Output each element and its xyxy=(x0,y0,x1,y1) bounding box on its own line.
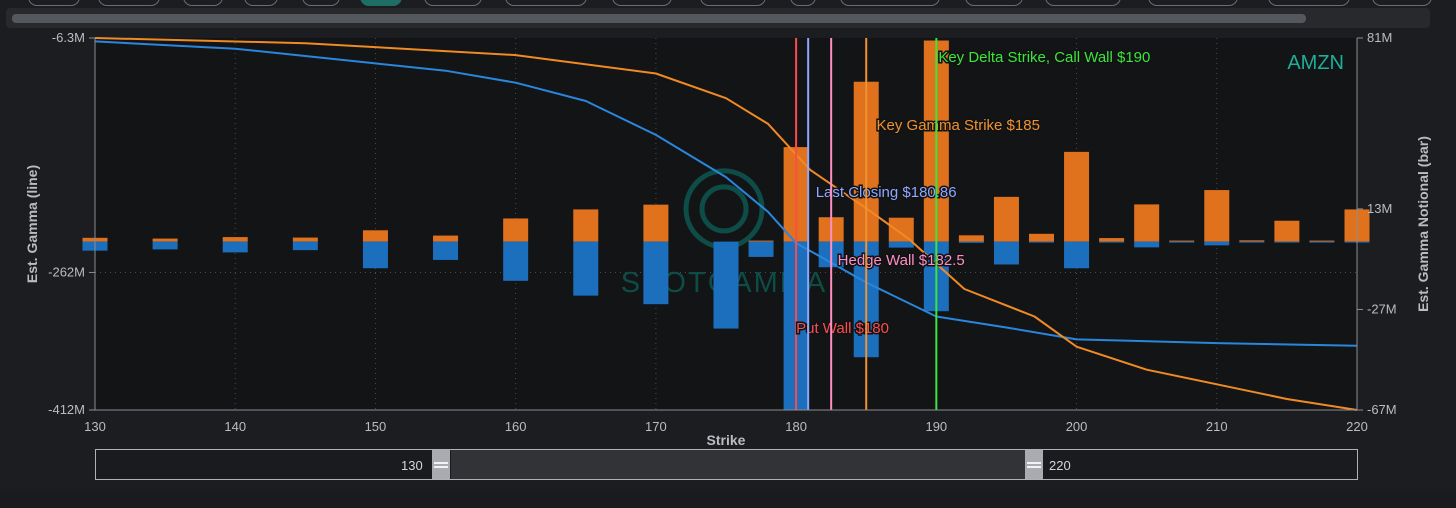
put-bar xyxy=(1239,241,1265,243)
put-bar xyxy=(362,241,388,269)
put-bar xyxy=(503,241,529,281)
x-tick-label: 160 xyxy=(505,419,527,434)
y-right-tick-label: 81M xyxy=(1367,30,1392,45)
call-bar xyxy=(1029,233,1054,242)
call-bar xyxy=(643,204,669,242)
put-bar xyxy=(713,241,739,329)
level-label: Hedge Wall $182.5 xyxy=(838,252,965,269)
navigator-selected-range[interactable] xyxy=(451,450,1025,479)
put-bar xyxy=(958,241,984,243)
put-bar xyxy=(748,241,774,257)
call-bar xyxy=(1099,238,1125,242)
put-bar xyxy=(292,241,318,251)
x-tick-label: 130 xyxy=(84,419,106,434)
put-bar xyxy=(993,241,1019,265)
x-tick-label: 190 xyxy=(925,419,947,434)
navigator-right-handle[interactable] xyxy=(1025,450,1043,479)
put-bar xyxy=(1309,241,1335,243)
y-left-axis-title: Est. Gamma (line) xyxy=(24,165,40,283)
put-bar xyxy=(1064,241,1090,269)
call-bar xyxy=(993,196,1019,242)
call-bar xyxy=(503,218,529,242)
navigator-min-label: 130 xyxy=(401,458,423,473)
level-label: Key Delta Strike, Call Wall $190 xyxy=(938,49,1150,66)
call-bar xyxy=(362,230,388,242)
ticker-label: AMZN xyxy=(1287,52,1344,74)
y-right-axis-title: Est. Gamma Notional (bar) xyxy=(1415,136,1431,312)
range-navigator[interactable]: 130 220 xyxy=(95,449,1358,480)
call-bar xyxy=(292,237,318,242)
put-bar xyxy=(152,241,178,250)
x-tick-label: 150 xyxy=(365,419,387,434)
y-right-tick-label: -27M xyxy=(1367,301,1397,316)
put-bar xyxy=(573,241,599,296)
call-bar xyxy=(152,238,178,242)
x-tick-label: 180 xyxy=(785,419,807,434)
put-bar xyxy=(1134,241,1160,248)
put-bar xyxy=(1099,241,1125,243)
put-bar xyxy=(888,241,914,248)
plot-area xyxy=(95,38,1357,410)
call-bar xyxy=(1274,220,1300,242)
y-right-tick-label: 13M xyxy=(1367,201,1392,216)
put-bar xyxy=(1169,241,1195,243)
grid xyxy=(95,38,1357,410)
call-bar xyxy=(888,217,914,242)
call-bar xyxy=(1309,240,1335,242)
call-bar xyxy=(222,237,248,242)
navigator-left-handle[interactable] xyxy=(432,450,450,479)
put-bar xyxy=(643,241,669,305)
call-bar xyxy=(573,209,599,242)
put-bar xyxy=(433,241,459,260)
navigator-max-label: 220 xyxy=(1049,458,1071,473)
put-bar xyxy=(1274,241,1300,243)
put-bar xyxy=(222,241,248,253)
y-left-tick-label: -6.3M xyxy=(52,30,85,45)
y-left-tick-label: -412M xyxy=(48,402,85,417)
call-bar xyxy=(1204,190,1230,242)
x-tick-label: 220 xyxy=(1346,419,1368,434)
call-bar xyxy=(1064,151,1090,242)
level-label: Put Wall $180 xyxy=(796,320,889,337)
chart-panel: SPOTGAMMA Put Wall $180Last Closing $180… xyxy=(0,0,1456,508)
footer-strip xyxy=(0,489,1456,508)
call-bar xyxy=(1169,240,1195,242)
call-bar xyxy=(1239,240,1265,242)
put-bar xyxy=(1204,241,1230,246)
gamma-chart: SPOTGAMMA Put Wall $180Last Closing $180… xyxy=(24,30,1431,448)
call-bar xyxy=(433,235,459,242)
level-label: Key Gamma Strike $185 xyxy=(877,117,1040,134)
call-bar xyxy=(958,235,984,242)
x-tick-label: 200 xyxy=(1066,419,1088,434)
x-axis-title: Strike xyxy=(707,432,746,448)
x-tick-label: 210 xyxy=(1206,419,1228,434)
x-tick-label: 140 xyxy=(224,419,246,434)
call-bar xyxy=(748,240,774,242)
call-bar xyxy=(1134,204,1160,242)
x-tick-label: 170 xyxy=(645,419,667,434)
put-bar xyxy=(1029,241,1054,243)
y-left-tick-label: -262M xyxy=(48,264,85,279)
y-right-tick-label: -67M xyxy=(1367,402,1397,417)
